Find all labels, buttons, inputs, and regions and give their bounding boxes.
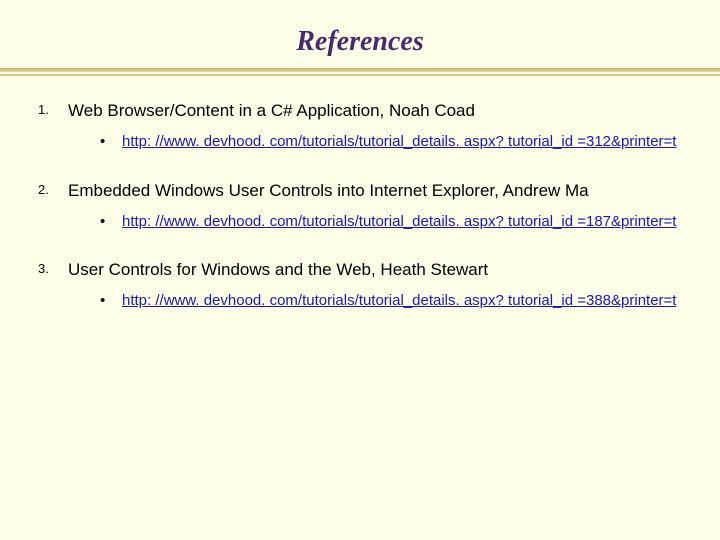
reference-link[interactable]: http: //www. devhood. com/tutorials/tuto… [122, 133, 676, 150]
reference-link[interactable]: http: //www. devhood. com/tutorials/tuto… [122, 213, 676, 230]
reference-item: User Controls for Windows and the Web, H… [38, 259, 686, 311]
content-area: Web Browser/Content in a C# Application,… [0, 100, 720, 311]
reference-item: Embedded Windows User Controls into Inte… [38, 180, 686, 232]
references-list: Web Browser/Content in a C# Application,… [38, 100, 686, 311]
reference-text: Embedded Windows User Controls into Inte… [68, 181, 589, 200]
reference-sublist: http: //www. devhood. com/tutorials/tuto… [68, 291, 686, 311]
reference-link-item: http: //www. devhood. com/tutorials/tuto… [100, 132, 686, 152]
reference-link[interactable]: http: //www. devhood. com/tutorials/tuto… [122, 292, 676, 309]
reference-sublist: http: //www. devhood. com/tutorials/tuto… [68, 132, 686, 152]
reference-link-item: http: //www. devhood. com/tutorials/tuto… [100, 291, 686, 311]
reference-text: Web Browser/Content in a C# Application,… [68, 101, 475, 120]
reference-text: User Controls for Windows and the Web, H… [68, 260, 488, 279]
reference-item: Web Browser/Content in a C# Application,… [38, 100, 686, 152]
reference-sublist: http: //www. devhood. com/tutorials/tuto… [68, 212, 686, 232]
title-divider [0, 68, 720, 78]
slide-title: References [0, 0, 720, 68]
reference-link-item: http: //www. devhood. com/tutorials/tuto… [100, 212, 686, 232]
